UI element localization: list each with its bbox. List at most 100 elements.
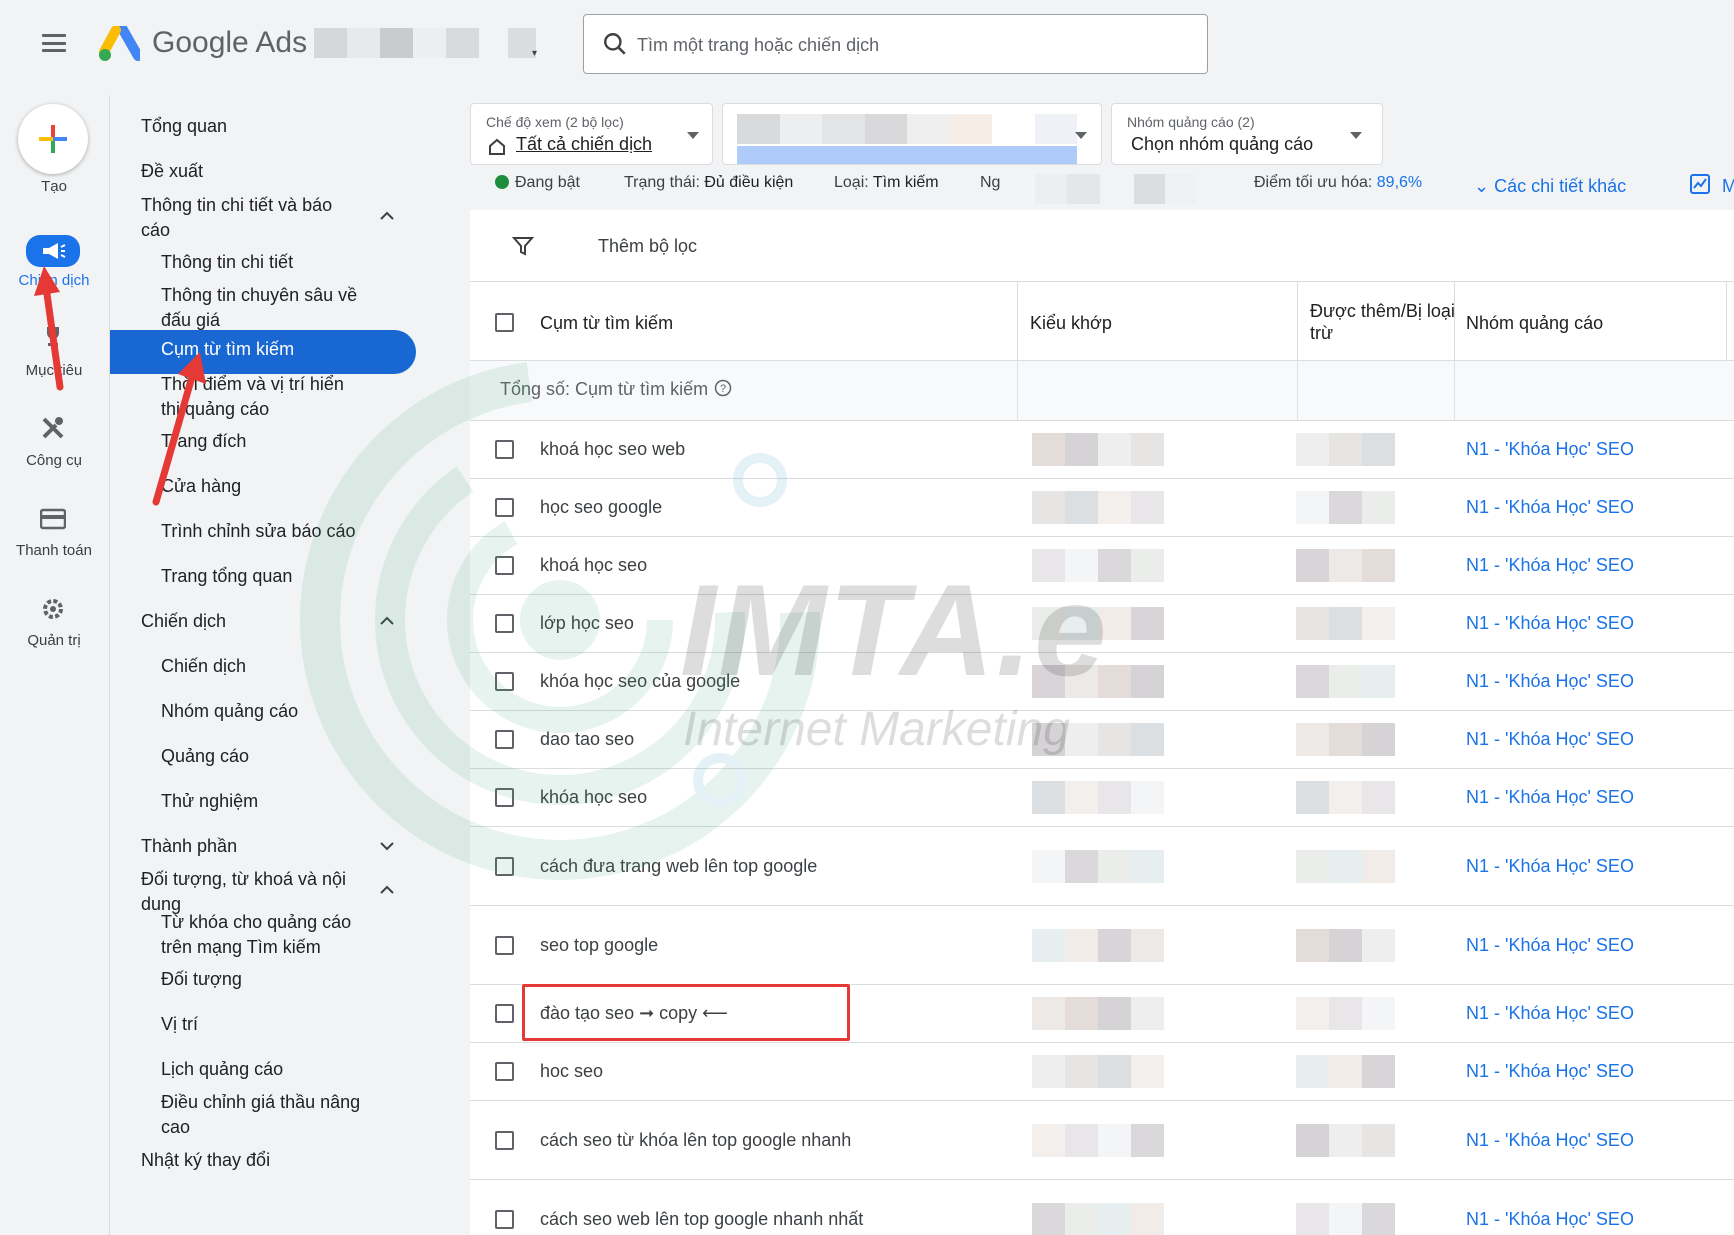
table-row[interactable]: khóa học seo N1 - 'Khóa Học' SEO [470,769,1734,827]
row-checkbox[interactable] [495,1130,514,1150]
ad-group-link[interactable]: N1 - 'Khóa Học' SEO [1466,671,1634,692]
nav-audiences[interactable]: Đối tượng [161,967,391,992]
rail-campaigns-label[interactable]: Chiến dịch [4,272,104,289]
nav-when-where[interactable]: Thời điểm và vị trí hiển thị quảng cáo [161,372,361,422]
table-row[interactable]: cách đưa trang web lên top google N1 - 'K… [470,827,1734,906]
chevron-down-icon[interactable] [378,837,396,855]
column-match-type[interactable]: Kiểu khớp [1030,312,1112,334]
table-row[interactable]: dao tao seo N1 - 'Khóa Học' SEO [470,711,1734,769]
account-selector-blurred[interactable] [314,28,479,58]
row-checkbox[interactable] [495,672,514,691]
nav-bid-adjustments[interactable]: Điều chỉnh giá thầu nâng cao [161,1090,376,1140]
filter-icon[interactable] [512,235,534,257]
ad-group-link[interactable]: N1 - 'Khóa Học' SEO [1466,555,1634,576]
blurred-added-excluded [1296,723,1395,756]
row-checkbox[interactable] [495,935,514,955]
tools-icon[interactable] [30,414,76,442]
ad-group-link[interactable]: N1 - 'Khóa Học' SEO [1466,1130,1634,1151]
more-toggle[interactable]: M [1722,176,1734,197]
ad-group-dropdown[interactable]: Nhóm quảng cáo (2) Chọn nhóm quảng cáo [1111,103,1383,165]
rail-tools-label[interactable]: Công cụ [4,452,104,469]
help-icon[interactable]: ? [714,379,732,397]
ad-group-link[interactable]: N1 - 'Khóa Học' SEO [1466,1061,1634,1082]
ad-group-link[interactable]: N1 - 'Khóa Học' SEO [1466,1003,1634,1024]
table-row[interactable]: khoá học seo web N1 - 'Khóa Học' SEO [470,421,1734,479]
nav-experiments[interactable]: Thử nghiệm [161,789,391,814]
table-row[interactable]: cách seo từ khóa lên top google nhanh N1 … [470,1101,1734,1180]
table-row[interactable]: khoá học seo N1 - 'Khóa Học' SEO [470,537,1734,595]
table-row[interactable]: seo top google N1 - 'Khóa Học' SEO [470,906,1734,985]
ad-group-link[interactable]: N1 - 'Khóa Học' SEO [1466,1209,1634,1230]
ad-group-link[interactable]: N1 - 'Khóa Học' SEO [1466,787,1634,808]
add-filter-button[interactable]: Thêm bộ lọc [598,236,697,257]
table-row[interactable]: cách seo web lên top google nhanh nhất N1… [470,1180,1734,1235]
rail-billing-label[interactable]: Thanh toán [4,542,104,559]
chevron-up-icon[interactable] [378,612,396,630]
table-row[interactable]: hoc seo N1 - 'Khóa Học' SEO [470,1043,1734,1101]
blurred-added-excluded [1296,849,1395,883]
row-checkbox[interactable] [495,556,514,575]
nav-search-terms[interactable]: Cụm từ tìm kiếm [161,339,294,360]
column-added-excluded[interactable]: Được thêm/Bị loại trừ [1310,300,1460,344]
nav-insights-reports[interactable]: Thông tin chi tiết và báo cáo [141,193,356,243]
nav-search-keywords[interactable]: Từ khóa cho quảng cáo trên mạng Tìm kiếm [161,910,371,960]
ad-group-link[interactable]: N1 - 'Khóa Học' SEO [1466,856,1634,877]
campaign-selector-blurred[interactable] [722,103,1102,165]
chart-icon[interactable] [1690,174,1710,194]
search-term-text: cách seo web lên top google nhanh nhất [540,1208,864,1229]
rail-admin-label[interactable]: Quản trị [4,632,104,649]
row-checkbox[interactable] [495,498,514,517]
nav-ads[interactable]: Quảng cáo [161,744,391,769]
status-enabled[interactable]: Đang bật [495,174,580,192]
trophy-icon[interactable] [30,322,76,350]
nav-auction-insights[interactable]: Thông tin chuyên sâu về đấu giá [161,283,381,333]
table-row[interactable]: lớp học seo N1 - 'Khóa Học' SEO [470,595,1734,653]
credit-card-icon[interactable] [30,505,76,533]
nav-overview[interactable]: Tổng quan [141,114,381,139]
nav-campaigns-section[interactable]: Chiến dịch [141,609,381,634]
row-checkbox[interactable] [495,788,514,807]
ad-group-link[interactable]: N1 - 'Khóa Học' SEO [1466,497,1634,518]
row-checkbox[interactable] [495,614,514,633]
row-checkbox[interactable] [495,1209,514,1229]
ad-group-link[interactable]: N1 - 'Khóa Học' SEO [1466,729,1634,750]
search-input[interactable]: Tìm một trang hoặc chiến dịch [583,14,1208,74]
row-checkbox[interactable] [495,1004,514,1023]
nav-report-editor[interactable]: Trình chỉnh sửa báo cáo [161,519,391,544]
more-details-link[interactable]: ⌄ Các chi tiết khác [1474,176,1626,197]
row-checkbox[interactable] [495,1062,514,1081]
nav-landing-pages[interactable]: Trang đích [161,429,391,454]
nav-change-history[interactable]: Nhật ký thay đổi [141,1148,381,1173]
ad-group-link[interactable]: N1 - 'Khóa Học' SEO [1466,935,1634,956]
nav-locations[interactable]: Vị trí [161,1012,391,1037]
view-filter-value: Tất cả chiến dịch [516,134,653,154]
nav-ad-groups[interactable]: Nhóm quảng cáo [161,699,391,724]
nav-campaigns[interactable]: Chiến dịch [161,654,391,679]
nav-dashboards[interactable]: Trang tổng quan [161,564,391,589]
nav-ad-schedule[interactable]: Lịch quảng cáo [161,1057,391,1082]
column-search-term[interactable]: Cụm từ tìm kiếm [540,312,673,334]
megaphone-icon[interactable] [26,235,80,267]
nav-recommendations[interactable]: Đề xuất [141,159,381,184]
ad-group-link[interactable]: N1 - 'Khóa Học' SEO [1466,613,1634,634]
menu-icon[interactable] [42,34,66,52]
gear-icon[interactable] [30,595,76,623]
rail-goals-label[interactable]: Mục tiêu [4,362,104,379]
row-checkbox[interactable] [495,730,514,749]
create-button[interactable] [18,104,88,174]
nav-assets[interactable]: Thành phần [141,834,381,859]
select-all-checkbox[interactable] [495,313,514,332]
table-row[interactable]: khóa học seo của google N1 - 'Khóa Học' S… [470,653,1734,711]
nav-stores[interactable]: Cửa hàng [161,474,391,499]
chevron-down-icon[interactable]: ▾ [532,48,537,59]
chevron-up-icon[interactable] [378,207,396,225]
optimization-score[interactable]: Điểm tối ưu hóa: 89,6% [1254,174,1422,192]
row-checkbox[interactable] [495,440,514,459]
nav-insights[interactable]: Thông tin chi tiết [161,250,391,275]
table-row[interactable]: học seo google N1 - 'Khóa Học' SEO [470,479,1734,537]
chevron-up-icon[interactable] [378,881,396,899]
column-ad-group[interactable]: Nhóm quảng cáo [1466,312,1603,334]
view-filter-dropdown[interactable]: Chế độ xem (2 bộ lọc) Tất cả chiến dịch [470,103,713,165]
ad-group-link[interactable]: N1 - 'Khóa Học' SEO [1466,439,1634,460]
row-checkbox[interactable] [495,856,514,876]
